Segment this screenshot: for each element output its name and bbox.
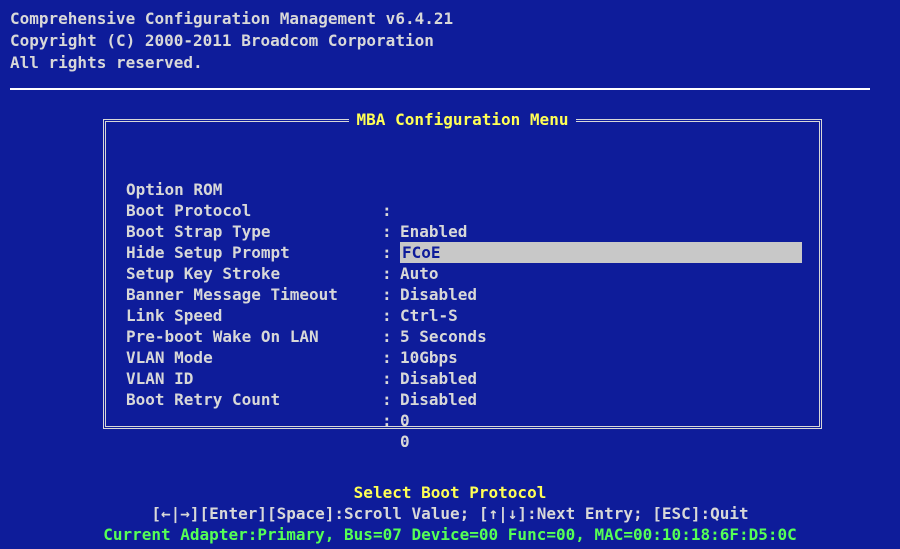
menu-item-value[interactable]: 0: [400, 431, 410, 452]
menu-list: Option ROM : Enabled Boot Protocol : FCo…: [126, 158, 806, 451]
menu-item-wake-on-lan[interactable]: Pre-boot Wake On LAN : Disabled: [126, 305, 806, 388]
menu-item-vlan-id[interactable]: VLAN ID : 0: [126, 347, 806, 430]
header-line-copyright: Copyright (C) 2000-2011 Broadcom Corpora…: [10, 31, 434, 50]
mba-config-panel: MBA Configuration Menu Option ROM : Enab…: [103, 110, 822, 451]
header-line-rights: All rights reserved.: [10, 53, 203, 72]
menu-item-link-speed[interactable]: Link Speed : 10Gbps: [126, 284, 806, 367]
menu-item-banner-message-timeout[interactable]: Banner Message Timeout : 5 Seconds: [126, 263, 806, 346]
footer: Select Boot Protocol [←|→][Enter][Space]…: [0, 482, 900, 546]
separator: :: [382, 411, 392, 430]
panel-title-text: MBA Configuration Menu: [348, 110, 577, 129]
menu-item-boot-retry-count[interactable]: Boot Retry Count : 0: [126, 368, 806, 451]
menu-item-boot-protocol[interactable]: Boot Protocol : FCoE: [126, 179, 806, 263]
bios-screen: Comprehensive Configuration Management v…: [0, 0, 900, 549]
menu-item-label: Boot Retry Count: [126, 390, 281, 409]
help-prompt: Select Boot Protocol: [353, 483, 547, 502]
menu-item-value[interactable]: Disabled: [400, 389, 477, 410]
menu-item-vlan-mode[interactable]: VLAN Mode : Disabled: [126, 326, 806, 409]
menu-item-boot-strap-type[interactable]: Boot Strap Type : Auto: [126, 200, 806, 283]
key-legend: [←|→][Enter][Space]:Scroll Value; [↑|↓]:…: [151, 504, 749, 523]
header-line-title: Comprehensive Configuration Management v…: [10, 9, 454, 28]
header-banner: Comprehensive Configuration Management v…: [10, 8, 870, 90]
menu-item-option-rom[interactable]: Option ROM : Enabled: [126, 158, 806, 241]
menu-item-setup-key-stroke[interactable]: Setup Key Stroke : Ctrl-S: [126, 242, 806, 325]
adapter-status: Current Adapter:Primary, Bus=07 Device=0…: [103, 525, 797, 544]
menu-item-value[interactable]: 0: [400, 410, 410, 431]
menu-item-hide-setup-prompt[interactable]: Hide Setup Prompt : Disabled: [126, 221, 806, 304]
panel-title: MBA Configuration Menu: [106, 110, 819, 129]
